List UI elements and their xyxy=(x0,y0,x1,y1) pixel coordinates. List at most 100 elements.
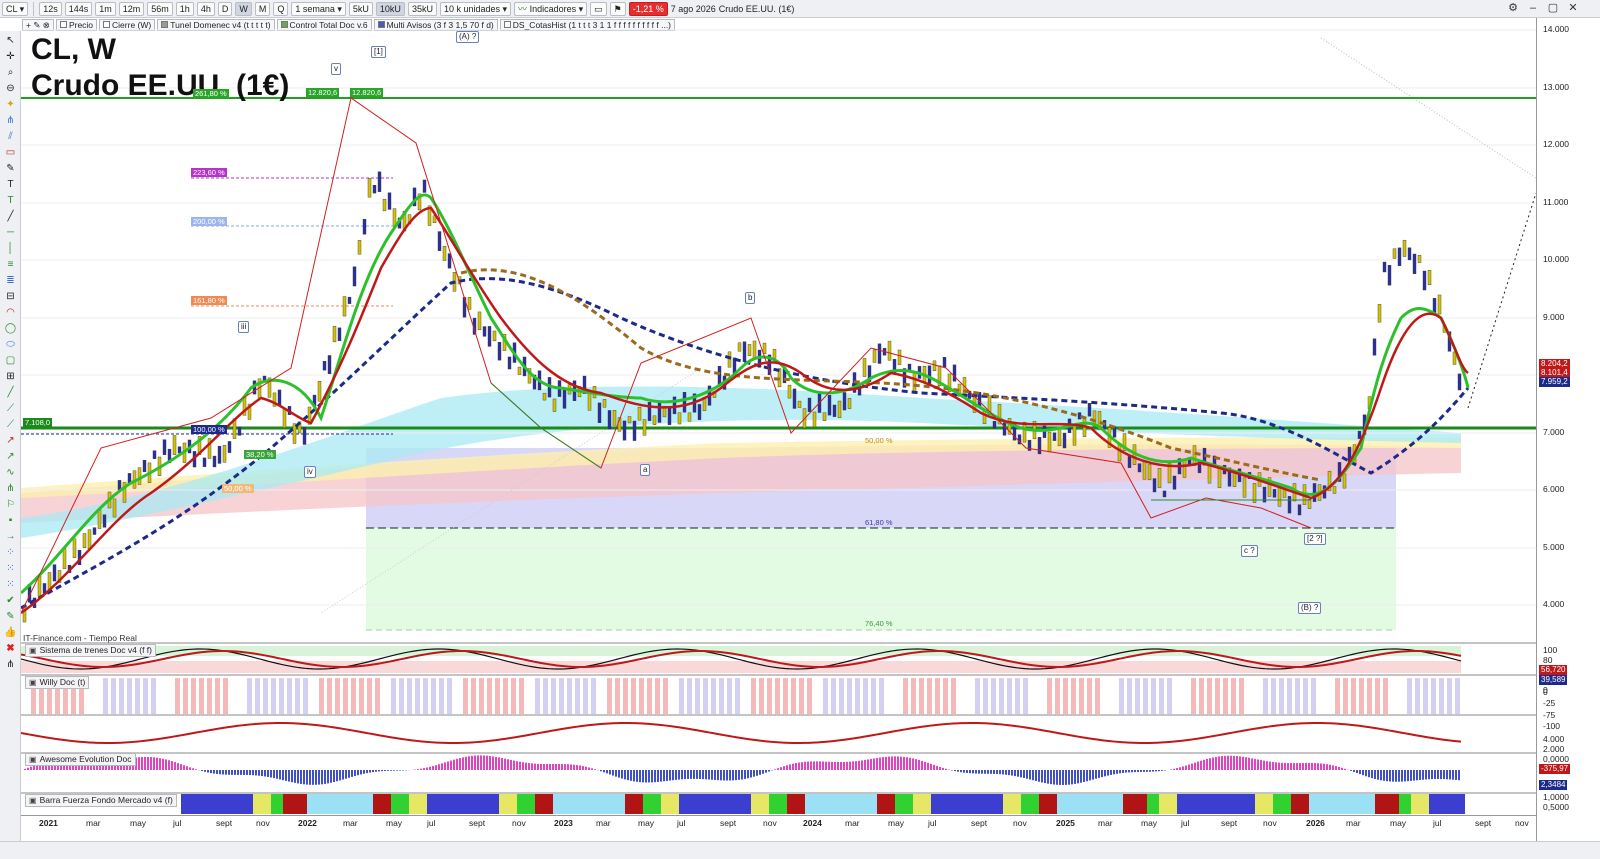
candle xyxy=(542,392,547,401)
fib-icon[interactable]: ≡ xyxy=(3,258,18,271)
vline-icon[interactable]: │ xyxy=(3,242,18,255)
circle-icon[interactable]: ◯ xyxy=(3,322,18,335)
square-icon[interactable]: ▪ xyxy=(3,514,18,527)
willy-line xyxy=(21,721,1462,745)
interval-4h[interactable]: 4h xyxy=(196,1,215,16)
magnet-icon[interactable]: ⋔ xyxy=(3,658,18,671)
crosshair-icon[interactable]: ✛ xyxy=(3,50,18,63)
arrow2-icon[interactable]: ↗ xyxy=(3,450,18,463)
compare-icon[interactable]: ▭ xyxy=(590,1,607,16)
awesome-bar xyxy=(885,756,887,770)
trend-icon[interactable]: ╱ xyxy=(3,386,18,399)
units-select[interactable]: 10 k unidades ▾ xyxy=(439,1,512,16)
ray-icon[interactable]: → xyxy=(3,530,18,543)
dots2-icon[interactable]: ⁙ xyxy=(3,562,18,575)
fib2-icon[interactable]: ≣ xyxy=(3,274,18,287)
minimize-icon[interactable]: – xyxy=(1525,1,1541,16)
candle xyxy=(697,404,702,420)
ruler-icon[interactable]: ⊟ xyxy=(3,290,18,303)
panel-title-awesome[interactable]: ▣ Awesome Evolution Doc xyxy=(25,753,136,766)
interval-1h[interactable]: 1h xyxy=(175,1,194,16)
flag-icon[interactable]: ⚐ xyxy=(3,498,18,511)
awesome-bar xyxy=(1047,770,1049,784)
fork-icon[interactable]: ⋔ xyxy=(3,114,18,127)
rect2-icon[interactable]: ▢ xyxy=(3,354,18,367)
period-select[interactable]: 1 semana ▾ xyxy=(291,1,346,16)
text-icon[interactable]: T xyxy=(3,178,18,191)
bulb-icon[interactable]: ✦ xyxy=(3,98,18,111)
willy-bar xyxy=(295,678,300,714)
pencil-icon[interactable]: ✎ xyxy=(3,610,18,623)
awesome-bar xyxy=(1098,770,1100,778)
delete-icon[interactable]: ✖ xyxy=(3,642,18,655)
awesome-bar xyxy=(1008,770,1010,776)
x-label: sept xyxy=(720,818,737,828)
line-icon[interactable]: ╱ xyxy=(3,210,18,223)
maximize-icon[interactable]: ▢ xyxy=(1545,1,1561,16)
interval-w[interactable]: W xyxy=(235,1,252,16)
indicators-button[interactable]: 〰 Indicadores ▾ xyxy=(514,1,588,16)
price-chart[interactable] xyxy=(21,18,1536,815)
awesome-bar xyxy=(570,764,572,770)
awesome-bar xyxy=(1404,770,1406,782)
candle xyxy=(507,356,512,370)
panel-title-willy[interactable]: ▣ Willy Doc (t) xyxy=(25,676,90,689)
awesome-bar xyxy=(267,770,269,777)
interval-d[interactable]: D xyxy=(217,1,233,16)
gann-icon[interactable]: ⊞ xyxy=(3,370,18,383)
arc-icon[interactable]: ◠ xyxy=(3,306,18,319)
willy-bar xyxy=(711,678,716,714)
trend2-icon[interactable]: ⟋ xyxy=(3,402,18,415)
awesome-bar xyxy=(1095,770,1097,779)
candle xyxy=(322,360,327,371)
awesome-bar xyxy=(1395,770,1397,782)
interval-1m[interactable]: 1m xyxy=(95,1,116,16)
text2-icon[interactable]: T xyxy=(3,194,18,207)
strength-bar xyxy=(1123,794,1129,814)
check-icon[interactable]: ✔ xyxy=(3,594,18,607)
strength-bar xyxy=(949,794,955,814)
interval-56m[interactable]: 56m xyxy=(147,1,173,16)
channel-icon[interactable]: ⫽ xyxy=(3,130,18,143)
trend3-icon[interactable]: ⟋ xyxy=(3,418,18,431)
pen-icon[interactable]: ✎ xyxy=(3,162,18,175)
interval-144s[interactable]: 144s xyxy=(64,1,93,16)
cursor-icon[interactable]: ↖ xyxy=(3,34,18,47)
dots3-icon[interactable]: ⁙ xyxy=(3,578,18,591)
strength-bar xyxy=(337,794,343,814)
willy-bar xyxy=(519,678,524,714)
units-10k[interactable]: 10kU xyxy=(375,1,405,16)
close-icon[interactable]: ✕ xyxy=(1565,1,1581,16)
x-label: jul xyxy=(928,818,937,828)
price-axis[interactable]: 14.000 13.000 12.000 11.000 10.000 9.000… xyxy=(1536,18,1600,841)
ellipse-icon[interactable]: ⬭ xyxy=(3,338,18,351)
pitch-icon[interactable]: ⋔ xyxy=(3,482,18,495)
hline-icon[interactable]: ─ xyxy=(3,226,18,239)
interval-m[interactable]: M xyxy=(254,1,271,16)
symbol-select[interactable]: CL ▾ xyxy=(2,1,29,16)
arrow-icon[interactable]: ↗ xyxy=(3,434,18,447)
awesome-bar xyxy=(957,770,959,772)
interval-q[interactable]: Q xyxy=(273,1,289,16)
awesome-bar xyxy=(345,770,347,779)
time-axis[interactable]: 2021 mar may jul sept nov 2022 mar may jul sept nov… xyxy=(21,815,1536,841)
units-5k[interactable]: 5kU xyxy=(348,1,373,16)
wave-icon[interactable]: ∿ xyxy=(3,466,18,479)
willy-bar xyxy=(583,678,588,714)
zoom-out-icon[interactable]: ⊖ xyxy=(3,82,18,95)
interval-12s[interactable]: 12s xyxy=(39,1,62,16)
panel-title-trenes[interactable]: ▣ Sistema de trenes Doc v4 (f f) xyxy=(25,644,156,657)
awesome-bar xyxy=(1038,770,1040,782)
zoom-icon[interactable]: ⌕ xyxy=(3,66,18,79)
thumb-icon[interactable]: 👍 xyxy=(3,626,18,639)
interval-12m[interactable]: 12m xyxy=(118,1,145,16)
panel-title-barra[interactable]: ▣ Barra Fuerza Fondo Mercado v4 (f) xyxy=(25,794,177,807)
rect-icon[interactable]: ▭ xyxy=(3,146,18,159)
candle xyxy=(747,344,752,356)
awesome-bar xyxy=(1152,770,1154,772)
alert-icon[interactable]: ⚑ xyxy=(609,1,626,16)
units-35k[interactable]: 35kU xyxy=(407,1,437,16)
dots-icon[interactable]: ⁘ xyxy=(3,546,18,559)
settings-icon[interactable]: ⚙ xyxy=(1505,1,1521,16)
awesome-bar xyxy=(387,770,389,771)
